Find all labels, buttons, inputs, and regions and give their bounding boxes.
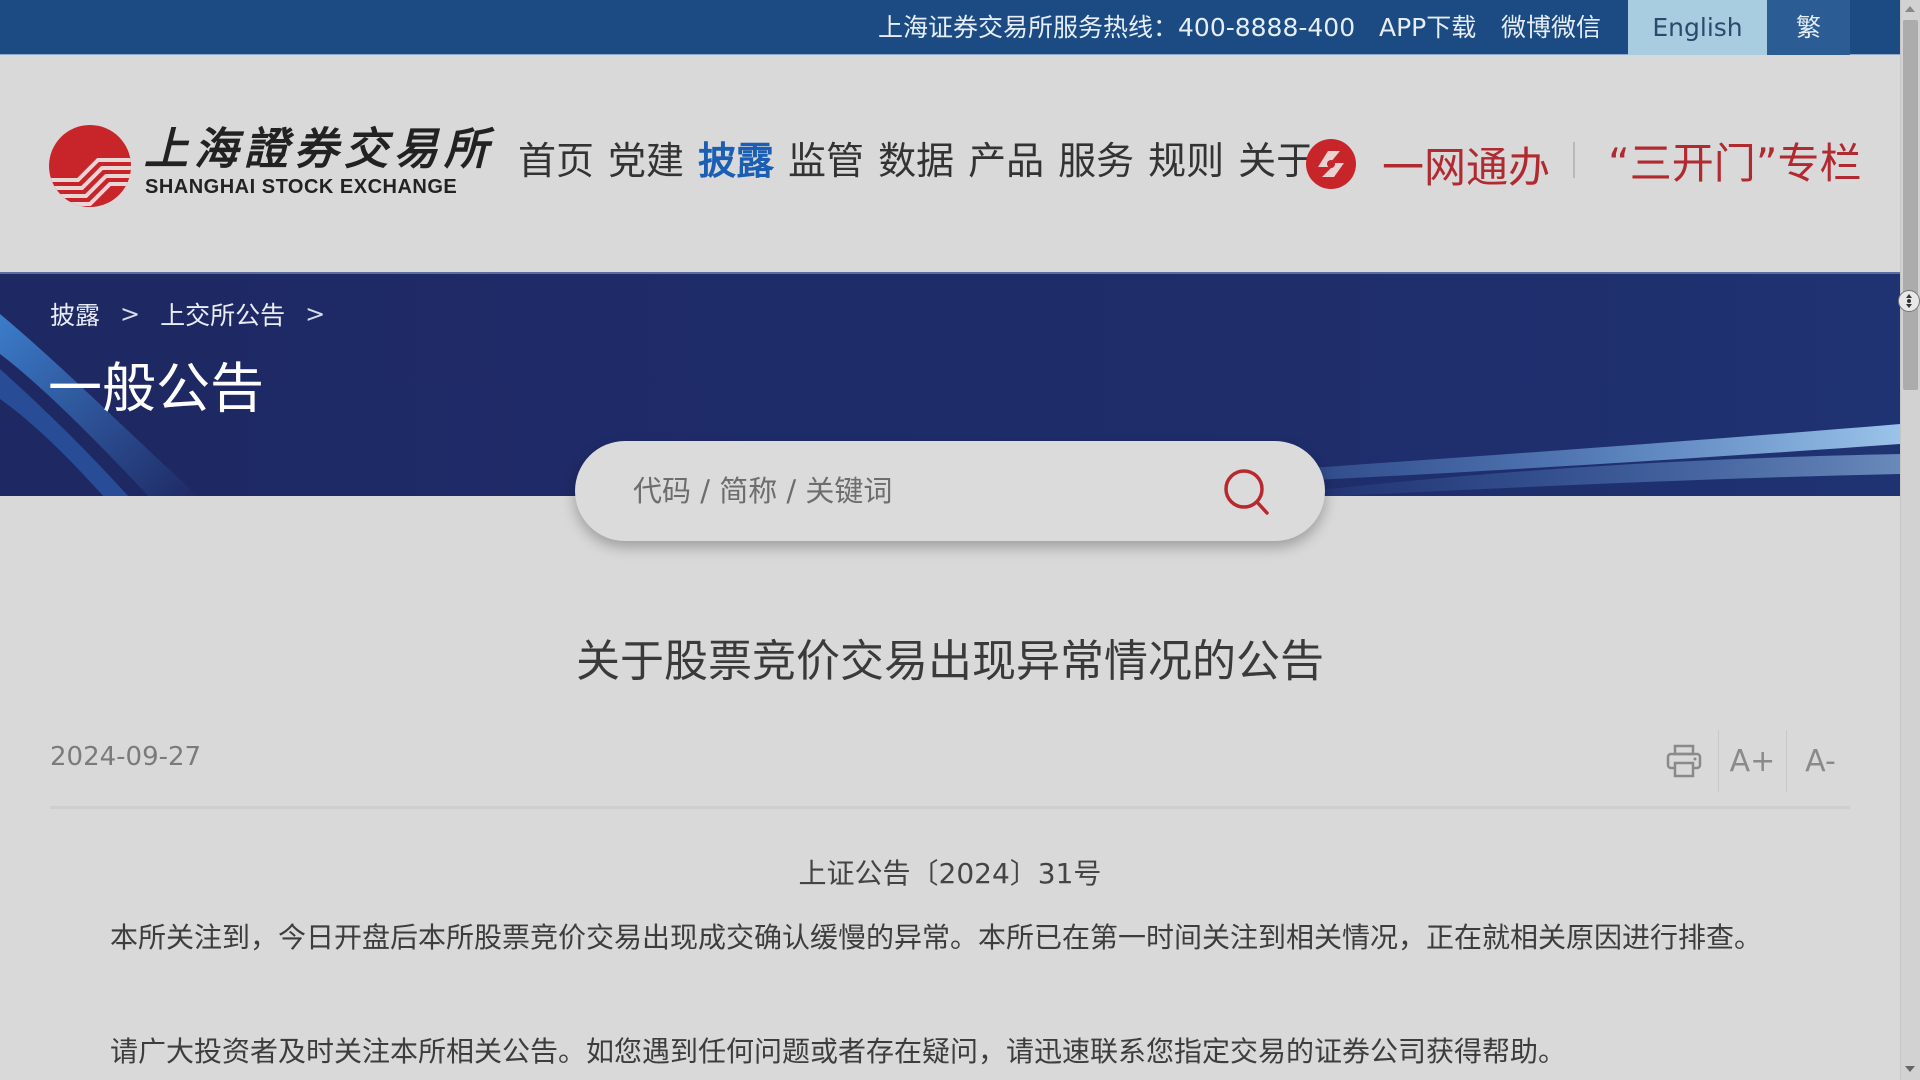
one-stop-service-label: 一网通办: [1382, 142, 1551, 192]
article-paragraph: 本所关注到，今日开盘后本所股票竞价交易出现成交确认缓慢的异常。本所已在第一时间关…: [110, 921, 1763, 954]
weibo-weixin-link[interactable]: 微博微信: [1501, 0, 1601, 55]
scrollbar-thumb[interactable]: [1903, 20, 1918, 390]
sse-logo-mark-icon: [49, 125, 131, 207]
nav-services[interactable]: 服务: [1058, 136, 1148, 186]
breadcrumb-disclosure[interactable]: 披露: [50, 296, 100, 332]
nav-party-building[interactable]: 党建: [608, 136, 698, 186]
one-stop-service-icon: [1306, 139, 1356, 189]
logo-chinese-name: 上海證券交易所: [144, 124, 494, 175]
page-title: 一般公告: [48, 357, 264, 420]
site-header: 上海證券交易所 SHANGHAI STOCK EXCHANGE 首页 党建 披露…: [0, 56, 1900, 272]
app-download-link[interactable]: APP下载: [1379, 0, 1476, 55]
scroll-down-arrow-icon[interactable]: [1905, 1066, 1915, 1072]
nav-products[interactable]: 产品: [968, 136, 1058, 186]
nav-home[interactable]: 首页: [518, 136, 608, 186]
chevron-right-icon: >: [305, 300, 326, 328]
breadcrumb-sse-announcements[interactable]: 上交所公告: [160, 296, 285, 332]
article-paragraph: 请广大投资者及时关注本所相关公告。如您遇到任何问题或者存在疑问，请迅速联系您指定…: [110, 1035, 1567, 1068]
nav-data[interactable]: 数据: [878, 136, 968, 186]
search-icon[interactable]: [1219, 465, 1275, 521]
nav-disclosure[interactable]: 披露: [698, 136, 788, 186]
search-input[interactable]: [633, 466, 1193, 516]
english-language-button[interactable]: English: [1628, 0, 1767, 55]
document-number: 上证公告〔2024〕31号: [798, 857, 1102, 890]
service-hotline: 上海证券交易所服务热线：400-8888-400: [878, 13, 1356, 42]
page-scrollbar[interactable]: [1900, 0, 1920, 1080]
top-utility-bar: 上海证券交易所服务热线：400-8888-400 APP下载 微博微信 Engl…: [0, 0, 1900, 55]
header-divider: [1573, 142, 1575, 178]
sse-logo[interactable]: 上海證券交易所 SHANGHAI STOCK EXCHANGE: [48, 124, 488, 212]
main-navigation: 首页 党建 披露 监管 数据 产品 服务 规则 关于: [518, 136, 1328, 186]
scroll-up-arrow-icon[interactable]: [1905, 6, 1915, 12]
logo-english-name: SHANGHAI STOCK EXCHANGE: [145, 176, 458, 198]
print-icon: [1666, 744, 1702, 778]
article-title: 关于股票竞价交易出现异常情况的公告: [576, 636, 1324, 687]
traditional-chinese-button[interactable]: 繁: [1767, 0, 1850, 55]
one-stop-service-link[interactable]: 一网通办: [1304, 136, 1550, 192]
three-open-doors-column-link[interactable]: “三开门”专栏: [1608, 136, 1862, 192]
font-decrease-button[interactable]: A-: [1786, 730, 1854, 792]
chevron-right-icon: >: [120, 300, 141, 328]
search-box: [575, 441, 1325, 541]
nav-rules[interactable]: 规则: [1148, 136, 1238, 186]
autoscroll-indicator-icon: [1898, 290, 1920, 312]
breadcrumb: 披露 > 上交所公告 >: [50, 296, 345, 332]
nav-regulation[interactable]: 监管: [788, 136, 878, 186]
article-tools: A+ A-: [1650, 730, 1854, 792]
font-increase-button[interactable]: A+: [1718, 730, 1786, 792]
publish-date: 2024-09-27: [50, 742, 202, 772]
print-button[interactable]: [1650, 730, 1718, 792]
article-divider: [50, 806, 1850, 809]
